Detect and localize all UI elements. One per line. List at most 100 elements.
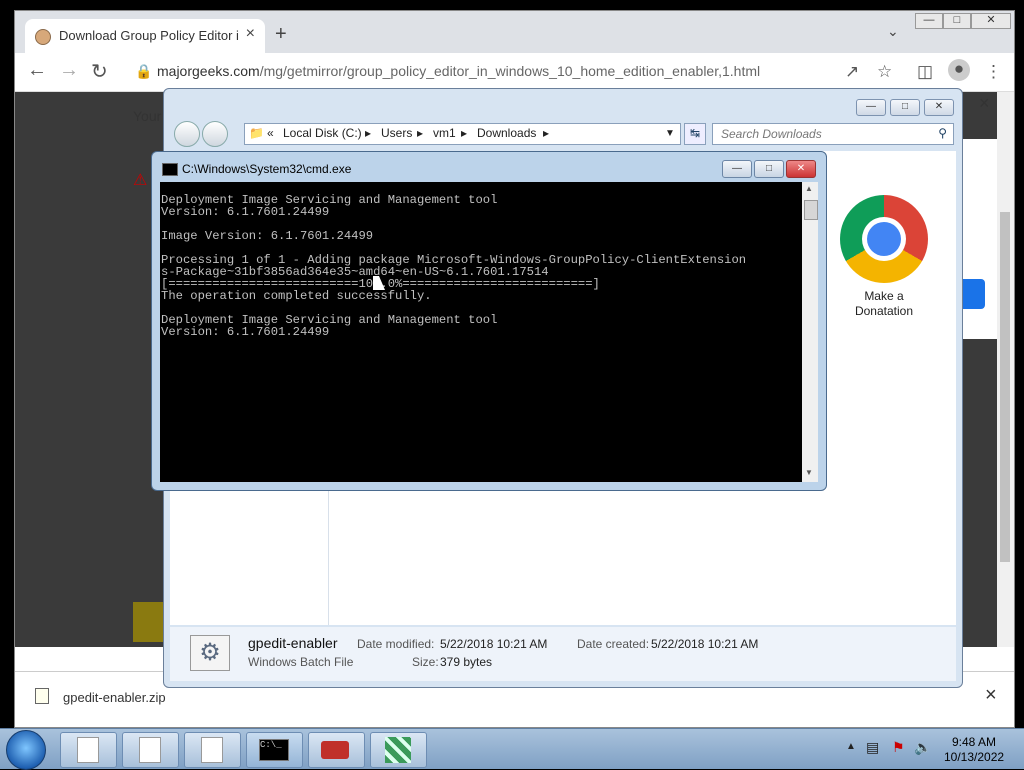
folder-icon: 📁 (249, 126, 264, 140)
cmd-icon (162, 163, 178, 176)
explorer-maximize-button[interactable]: □ (890, 99, 920, 116)
menu-kebab-icon[interactable]: ⋮ (985, 62, 1002, 82)
lock-icon[interactable]: 🔒 (135, 63, 152, 80)
clock-time: 9:48 AM (951, 735, 997, 749)
cmd-scrollbar[interactable]: ▲ ▼ (802, 182, 818, 482)
volume-icon[interactable]: 🔈 (914, 739, 931, 756)
breadcrumb-users[interactable]: Users (381, 126, 412, 140)
minimize-button[interactable]: — (915, 13, 943, 29)
profile-avatar[interactable]: ● (948, 59, 970, 81)
details-file-type: Windows Batch File (248, 655, 354, 669)
chrome-window-controls: — □ ✕ (915, 11, 1013, 29)
address-dropdown-icon[interactable]: ▼ (665, 128, 675, 139)
breadcrumb-arrow-icon[interactable]: ▸ (365, 126, 371, 140)
cubes-icon (385, 737, 411, 763)
tab-strip: Download Group Policy Editor in × + ⌄ — … (15, 11, 1014, 53)
taskbar-notepad-3[interactable] (184, 732, 241, 768)
explorer-back-button[interactable] (174, 121, 200, 147)
console-output-area[interactable]: Deployment Image Servicing and Managemen… (160, 182, 802, 482)
breadcrumb-arrow-icon[interactable]: ▸ (543, 126, 549, 140)
size-label: Size: (412, 655, 439, 669)
explorer-close-button[interactable]: ✕ (924, 99, 954, 116)
address-bar[interactable]: majorgeeks.com/mg/getmirror/group_policy… (157, 63, 760, 79)
taskbar-app-green[interactable] (370, 732, 427, 768)
mouse-cursor-icon (373, 276, 385, 290)
share-icon[interactable]: ↗ (845, 62, 859, 82)
cmd-maximize-button[interactable]: □ (754, 160, 784, 178)
taskbar-notepad-2[interactable] (122, 732, 179, 768)
cmd-minimize-button[interactable]: — (722, 160, 752, 178)
reload-button[interactable]: ↻ (91, 59, 108, 84)
forward-button[interactable]: → (59, 59, 79, 82)
tab-close-button[interactable]: × (246, 25, 255, 43)
scroll-thumb[interactable] (1000, 212, 1010, 562)
breadcrumb-local-disk[interactable]: Local Disk (C:) (283, 126, 362, 140)
console-text: Deployment Image Servicing and Managemen… (161, 193, 747, 338)
breadcrumb-arrow-icon[interactable]: ▸ (417, 126, 423, 140)
document-icon (201, 737, 223, 763)
warning-icon: ⚠ (133, 172, 148, 189)
donation-label-line1: Make a (864, 289, 904, 303)
document-icon (139, 737, 161, 763)
cmd-scroll-thumb[interactable] (804, 200, 818, 220)
url-host: majorgeeks.com (157, 63, 260, 79)
breadcrumb-downloads[interactable]: Downloads (477, 126, 536, 140)
show-hidden-icons-arrow-icon[interactable]: ▲ (846, 741, 856, 752)
details-file-name: gpedit-enabler (248, 635, 338, 651)
donation-label[interactable]: Make a Donatation (840, 289, 928, 319)
explorer-forward-button[interactable] (202, 121, 228, 147)
browser-toolbar: ← → ↻ 🔒 majorgeeks.com/mg/getmirror/grou… (15, 53, 1014, 92)
taskbar-toolbox[interactable] (308, 732, 365, 768)
close-window-button[interactable]: ✕ (971, 13, 1011, 29)
favicon-icon (35, 29, 51, 45)
cmd-taskbar-icon: C:\_ (259, 739, 289, 761)
explorer-address-bar[interactable]: 📁 « Local Disk (C:) ▸ Users ▸ vm1 ▸ Down… (244, 123, 681, 145)
side-panel-icon[interactable]: ◫ (917, 62, 933, 82)
system-clock[interactable]: 9:48 AM 10/13/2022 (944, 735, 1004, 765)
network-icon[interactable]: ▤ (866, 739, 879, 756)
page-text-your: Your (133, 108, 162, 124)
tab-active[interactable]: Download Group Policy Editor in × (25, 19, 265, 53)
new-tab-button[interactable]: + (275, 23, 287, 46)
breadcrumb-arrow-icon[interactable]: ▸ (461, 126, 467, 140)
explorer-details-pane: ⚙ gpedit-enabler Windows Batch File Date… (170, 627, 956, 681)
refresh-icon[interactable]: ↹ (684, 123, 706, 145)
download-bar-close-button[interactable]: × (985, 684, 997, 707)
tab-search-chevron-icon[interactable]: ⌄ (887, 23, 899, 40)
url-path: /mg/getmirror/group_policy_editor_in_win… (259, 63, 761, 79)
zip-file-icon (35, 688, 49, 704)
maximize-button[interactable]: □ (943, 13, 971, 29)
breadcrumb-back-chevron[interactable]: « (267, 126, 274, 140)
back-button[interactable]: ← (27, 59, 47, 82)
date-created-value: 5/22/2018 10:21 AM (651, 637, 759, 651)
page-scrollbar[interactable] (997, 92, 1014, 647)
date-created-label: Date created: (577, 637, 650, 651)
taskbar-notepad-1[interactable] (60, 732, 117, 768)
cmd-window: C:\Windows\System32\cmd.exe — □ ✕ Deploy… (151, 151, 827, 491)
search-icon[interactable]: ⚲ (938, 126, 947, 140)
breadcrumb-vm1[interactable]: vm1 (433, 126, 456, 140)
action-center-flag-icon[interactable]: ⚑ (892, 739, 905, 756)
tab-title: Download Group Policy Editor in (59, 28, 239, 43)
date-modified-value: 5/22/2018 10:21 AM (440, 637, 548, 651)
chrome-logo-icon[interactable] (840, 195, 928, 283)
document-icon (77, 737, 99, 763)
scroll-up-arrow-icon[interactable]: ▲ (805, 184, 813, 193)
batch-file-gear-icon: ⚙ (190, 635, 230, 671)
explorer-minimize-button[interactable]: — (856, 99, 886, 116)
download-item-name[interactable]: gpedit-enabler.zip (63, 690, 166, 705)
taskbar-cmd[interactable]: C:\_ (246, 732, 303, 768)
windows-taskbar: C:\_ ▲ ▤ ⚑ 🔈 9:48 AM 10/13/2022 (0, 728, 1024, 770)
scroll-down-arrow-icon[interactable]: ▼ (805, 468, 813, 477)
cmd-close-button[interactable]: ✕ (786, 160, 816, 178)
dialog-action-button[interactable] (963, 279, 985, 309)
size-value: 379 bytes (440, 655, 493, 669)
toolbox-icon (321, 741, 349, 759)
dialog-close-button[interactable]: × (979, 93, 990, 114)
start-button[interactable] (6, 730, 46, 770)
search-placeholder: Search Downloads (721, 127, 822, 141)
donation-label-line2: Donatation (854, 304, 914, 318)
explorer-search-input[interactable]: Search Downloads ⚲ (712, 123, 954, 145)
date-modified-label: Date modified: (357, 637, 435, 651)
bookmark-star-icon[interactable]: ☆ (877, 62, 892, 82)
